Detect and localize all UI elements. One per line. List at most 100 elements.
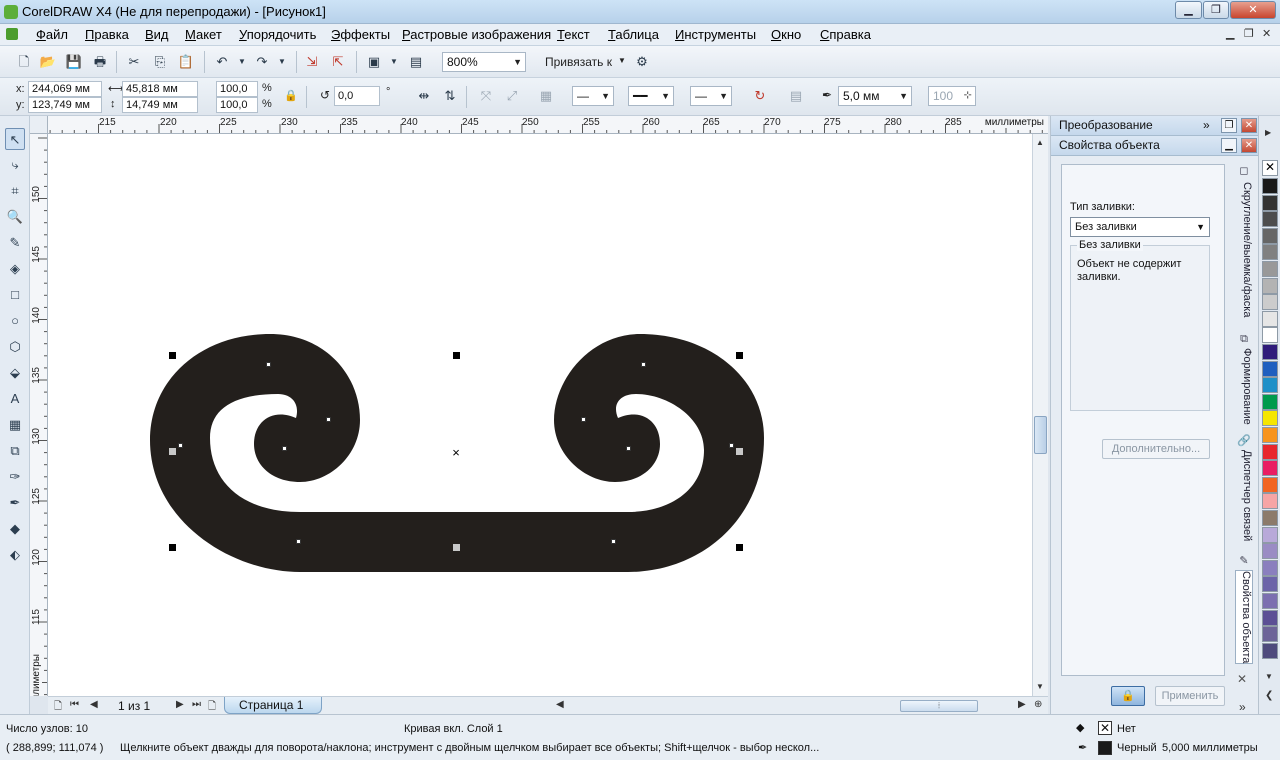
palette-scroll-down-icon[interactable]: ▼: [1265, 672, 1273, 681]
paste-icon[interactable]: 📋: [176, 52, 196, 72]
expand-icon[interactable]: »: [1203, 116, 1210, 135]
outline-color-chip[interactable]: [1098, 741, 1112, 755]
color-swatch[interactable]: [1262, 576, 1278, 593]
basic-shapes-tool-icon[interactable]: ⬙: [5, 362, 25, 384]
doc-close-icon[interactable]: ✕: [1262, 27, 1271, 40]
color-swatch[interactable]: [1262, 310, 1278, 327]
color-swatch[interactable]: [1262, 178, 1278, 194]
tab-fillet-scallop-chamfer[interactable]: Скругление/выемка/фаска: [1235, 182, 1253, 317]
eyedropper-tool-icon[interactable]: ✑: [5, 466, 25, 488]
color-swatch[interactable]: [1262, 227, 1278, 244]
pick-tool-icon[interactable]: ↖: [5, 128, 25, 150]
import-icon[interactable]: ⇲: [302, 52, 322, 72]
node-marker[interactable]: [611, 539, 616, 544]
expand-docker-icon[interactable]: »: [1239, 700, 1246, 714]
color-swatch[interactable]: [1262, 327, 1278, 344]
document-icon[interactable]: [6, 28, 18, 40]
node-marker[interactable]: [326, 417, 331, 422]
open-icon[interactable]: 📂: [38, 52, 58, 72]
polygon-tool-icon[interactable]: ⬡: [5, 336, 25, 358]
break-apart-icon[interactable]: ⤧: [476, 86, 496, 106]
color-swatch[interactable]: [1262, 559, 1278, 576]
wrap-text-icon[interactable]: ▤: [786, 86, 806, 106]
color-swatch[interactable]: [1262, 460, 1278, 477]
selection-handle[interactable]: [169, 448, 176, 455]
no-color-swatch[interactable]: [1262, 160, 1278, 176]
maximize-button[interactable]: ❐: [1203, 1, 1229, 19]
menu-text[interactable]: Текст: [557, 27, 590, 42]
color-swatch[interactable]: [1262, 593, 1278, 609]
scroll-thumb[interactable]: [1034, 416, 1047, 454]
selection-handle[interactable]: [169, 544, 176, 551]
rotation-angle-field[interactable]: 0,0: [334, 86, 380, 106]
tab-link-manager[interactable]: Диспетчер связей: [1235, 450, 1253, 541]
menu-file[interactable]: Файл: [36, 27, 68, 42]
options-icon[interactable]: ⚙: [632, 52, 652, 72]
undo-icon[interactable]: ↶: [212, 52, 232, 72]
color-swatch[interactable]: [1262, 427, 1278, 443]
crop-tool-icon[interactable]: ⌗: [5, 180, 25, 202]
palette-scroll-right-icon[interactable]: ▶: [1265, 128, 1271, 137]
smart-fill-tool-icon[interactable]: ◈: [5, 258, 25, 280]
close-tab-icon[interactable]: ✕: [1237, 672, 1247, 686]
scroll-left-icon[interactable]: ◀: [556, 699, 564, 710]
node-marker[interactable]: [266, 362, 271, 367]
cut-icon[interactable]: ✂: [124, 52, 144, 72]
selection-handle[interactable]: [453, 544, 460, 551]
last-page-icon[interactable]: ⏭: [192, 699, 201, 710]
tab-shaping[interactable]: Формирование: [1235, 348, 1253, 425]
freehand-tool-icon[interactable]: ✎: [5, 232, 25, 254]
rectangle-tool-icon[interactable]: □: [5, 284, 25, 306]
color-swatch[interactable]: [1262, 244, 1278, 261]
outline-width-combo[interactable]: 5,0 мм ▼: [838, 86, 912, 106]
color-swatch[interactable]: [1262, 360, 1278, 377]
close-curve-icon[interactable]: ↻: [750, 86, 770, 106]
close-button[interactable]: ✕: [1230, 1, 1276, 19]
undo-dropdown-icon[interactable]: ▼: [232, 52, 252, 72]
color-swatch[interactable]: [1262, 194, 1278, 211]
node-marker[interactable]: [282, 446, 287, 451]
menu-table[interactable]: Таблица: [608, 27, 659, 42]
selection-handle[interactable]: [736, 352, 743, 359]
drawing-canvas[interactable]: ×: [48, 134, 1032, 696]
welcome-screen-icon[interactable]: ▤: [406, 52, 426, 72]
fill-color-chip[interactable]: ✕: [1098, 721, 1112, 735]
palette-expand-icon[interactable]: ❮: [1265, 690, 1273, 701]
selection-handle[interactable]: [453, 352, 460, 359]
text-tool-icon[interactable]: A: [5, 388, 25, 410]
doc-restore-icon[interactable]: ❐: [1244, 27, 1254, 40]
weld-icon[interactable]: ▦: [536, 86, 556, 106]
print-icon[interactable]: 🖶: [90, 52, 110, 72]
menu-layout[interactable]: Макет: [185, 27, 222, 42]
color-swatch[interactable]: [1262, 393, 1278, 410]
smoothness-field[interactable]: 100 ⊹: [928, 86, 976, 106]
color-swatch[interactable]: [1262, 344, 1278, 360]
fill-type-select[interactable]: Без заливки ▼: [1070, 217, 1210, 237]
node-marker[interactable]: [581, 417, 586, 422]
minimize-button[interactable]: ▁: [1175, 1, 1202, 19]
selection-handle[interactable]: [736, 544, 743, 551]
color-swatch[interactable]: [1262, 211, 1278, 228]
menu-arrange[interactable]: Упорядочить: [239, 27, 316, 42]
mirror-horizontal-icon[interactable]: ⇹: [414, 86, 434, 106]
x-position-field[interactable]: 244,069 мм: [28, 81, 102, 97]
scale-x-field[interactable]: 100,0: [216, 81, 258, 97]
menu-tools[interactable]: Инструменты: [675, 27, 756, 42]
table-tool-icon[interactable]: ▦: [5, 414, 25, 436]
menu-edit[interactable]: Правка: [85, 27, 129, 42]
lock-button[interactable]: 🔒: [1111, 686, 1145, 706]
page-tab[interactable]: Страница 1: [224, 697, 322, 714]
next-page-icon[interactable]: ▶: [176, 699, 184, 710]
color-swatch[interactable]: [1262, 277, 1278, 294]
color-swatch[interactable]: [1262, 476, 1278, 493]
node-marker[interactable]: [296, 539, 301, 544]
color-swatch[interactable]: [1262, 526, 1278, 543]
scroll-right-icon[interactable]: ▶: [1018, 699, 1026, 710]
menu-view[interactable]: Вид: [145, 27, 169, 42]
lock-ratio-icon[interactable]: 🔒: [284, 89, 298, 102]
start-arrowhead-combo[interactable]: — ▼: [572, 86, 614, 106]
vertical-ruler[interactable]: 150 145 140 135 130 125 120 115 миллимет…: [30, 134, 48, 696]
fill-tool-icon[interactable]: ◆: [5, 518, 25, 540]
tab-object-properties[interactable]: Свойства объекта: [1235, 570, 1253, 665]
save-icon[interactable]: 💾: [64, 52, 84, 72]
